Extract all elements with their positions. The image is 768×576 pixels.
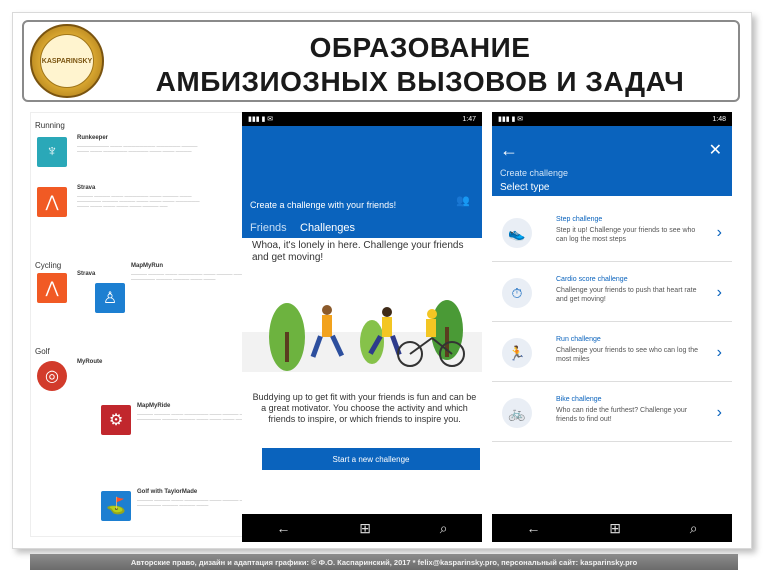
motivation-text: Buddying up to get fit with your friends… xyxy=(252,392,477,424)
nav-bar: ← ⊞ ⌕ xyxy=(242,514,482,542)
slide-title-line2: АМБИЗИОЗНЫХ ВЫЗОВОВ И ЗАДАЧ xyxy=(155,66,685,97)
challenge-desc: Who can ride the furthest? Challenge you… xyxy=(556,407,688,423)
chevron-right-icon: › xyxy=(716,224,722,241)
empty-state-text: Whoa, it's lonely in here. Challenge you… xyxy=(252,240,464,263)
category-cycling: Cycling xyxy=(35,261,62,270)
slide-title-line1: ОБРАЗОВАНИЕ xyxy=(309,32,531,63)
app-list-screenshot: Running ♆ Runkeeper ———————— ——— ———————… xyxy=(30,112,260,537)
app-name[interactable]: Runkeeper xyxy=(77,135,108,141)
status-bar: ▮▮▮ ▮ ✉ 1:48 xyxy=(492,112,732,126)
nav-bar: ← ⊞ ⌕ xyxy=(492,514,732,542)
create-challenge-header: ← ✕ Create challenge Select type xyxy=(492,126,732,196)
runner-icon[interactable]: ♙ xyxy=(95,283,125,313)
start-challenge-button[interactable]: Start a new challenge xyxy=(262,448,480,470)
signal-icon: ▮▮▮ ▮ ✉ xyxy=(498,116,524,123)
chevron-right-icon: › xyxy=(716,284,722,301)
stopwatch-icon: ⏱ xyxy=(502,278,532,308)
challenge-row-cardio[interactable]: ⏱ Cardio score challenge Challenge your … xyxy=(492,264,732,322)
challenge-title: Run challenge xyxy=(556,336,601,343)
status-bar: ▮▮▮ ▮ ✉ 1:47 xyxy=(242,112,482,126)
strava-icon[interactable]: ⋀ xyxy=(37,273,67,303)
challenge-row-step[interactable]: 👟 Step challenge Step it up! Challenge y… xyxy=(492,204,732,262)
friends-icon[interactable]: 👥 xyxy=(456,194,470,207)
footer-copyright: Авторские право, дизайн и адаптация граф… xyxy=(30,554,738,570)
golf-icon[interactable]: ◎ xyxy=(37,361,67,391)
create-challenge-text[interactable]: Create a challenge with your friends! xyxy=(250,200,396,210)
search-icon[interactable]: ⌕ xyxy=(440,520,448,537)
challenges-header: Create a challenge with your friends! 👥 … xyxy=(242,126,482,238)
runner-icon[interactable]: ♆ xyxy=(37,137,67,167)
create-challenge-label: Create challenge xyxy=(500,168,569,178)
fitness-illustration xyxy=(242,300,482,372)
logo: KASPARINSKY xyxy=(30,24,104,98)
challenge-desc: Challenge your friends to see who can lo… xyxy=(556,347,699,363)
app-name[interactable]: Strava xyxy=(77,185,95,191)
close-icon[interactable]: ✕ xyxy=(709,140,722,160)
challenge-title: Bike challenge xyxy=(556,396,602,403)
challenge-desc: Challenge your friends to push that hear… xyxy=(556,287,697,303)
bike-icon: 🚲 xyxy=(502,398,532,428)
challenge-title: Step challenge xyxy=(556,216,603,223)
chevron-right-icon: › xyxy=(716,344,722,361)
runner-icon: 🏃 xyxy=(502,338,532,368)
select-type-label: Select type xyxy=(500,182,550,193)
shoe-icon: 👟 xyxy=(502,218,532,248)
bike-icon[interactable]: ⚙ xyxy=(101,405,131,435)
challenge-row-bike[interactable]: 🚲 Bike challenge Who can ride the furthe… xyxy=(492,384,732,442)
app-name[interactable]: Strava xyxy=(77,271,95,277)
app-name[interactable]: MapMyRide xyxy=(137,403,170,409)
tab-friends[interactable]: Friends xyxy=(250,222,287,234)
back-icon[interactable]: ← xyxy=(526,520,540,536)
tab-challenges[interactable]: Challenges xyxy=(300,222,355,234)
challenge-title: Cardio score challenge xyxy=(556,276,628,283)
category-running: Running xyxy=(35,121,65,130)
signal-icon: ▮▮▮ ▮ ✉ xyxy=(248,116,274,123)
status-time: 1:47 xyxy=(462,115,476,123)
challenge-desc: Step it up! Challenge your friends to se… xyxy=(556,227,696,243)
app-name[interactable]: MyRoute xyxy=(77,359,102,365)
windows-icon[interactable]: ⊞ xyxy=(359,520,371,537)
app-name[interactable]: Golf with TaylorMade xyxy=(137,489,197,495)
search-icon[interactable]: ⌕ xyxy=(690,520,698,537)
challenge-row-run[interactable]: 🏃 Run challenge Challenge your friends t… xyxy=(492,324,732,382)
back-icon[interactable]: ← xyxy=(276,520,290,536)
app-desc: ———————— ——— ———————— —————— ———— ——— ——… xyxy=(77,143,198,153)
phone-screen-create-challenge: ▮▮▮ ▮ ✉ 1:48 ← ✕ Create challenge Select … xyxy=(492,112,732,542)
golfer-icon[interactable]: ⛳ xyxy=(101,491,131,521)
back-arrow-icon[interactable]: ← xyxy=(500,140,518,161)
app-name[interactable]: MapMyRun xyxy=(131,263,163,269)
phone-screen-challenges: ▮▮▮ ▮ ✉ 1:47 Create a challenge with your… xyxy=(242,112,482,542)
app-desc: ———— ———— ——— —————— ——— ———— ——— ——————… xyxy=(77,193,200,208)
category-golf: Golf xyxy=(35,347,50,356)
chevron-right-icon: › xyxy=(716,404,722,421)
status-time: 1:48 xyxy=(712,115,726,123)
strava-icon[interactable]: ⋀ xyxy=(37,187,67,217)
logo-text: KASPARINSKY xyxy=(40,34,94,88)
windows-icon[interactable]: ⊞ xyxy=(609,520,621,537)
app-desc: ———— ———— ——— —————— ——— ———— ——— ——————… xyxy=(131,271,246,281)
